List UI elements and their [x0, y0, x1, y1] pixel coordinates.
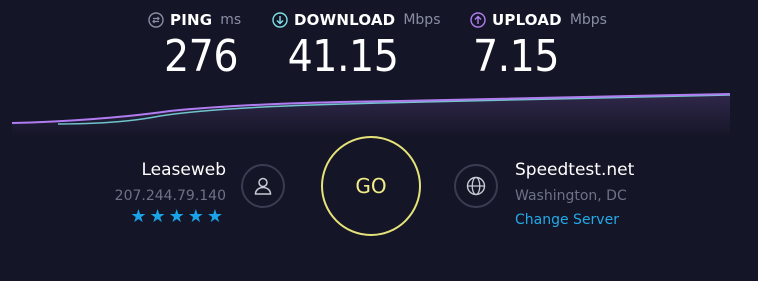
go-button[interactable]: GO	[321, 136, 421, 236]
globe-icon-button	[454, 164, 498, 208]
isp-name: Leaseweb	[141, 160, 226, 180]
ping-metric: PING ms 276	[148, 8, 256, 82]
upload-icon	[470, 12, 486, 28]
change-server-link[interactable]: Change Server	[515, 212, 634, 228]
go-button-label: GO	[355, 174, 387, 198]
speed-graph	[11, 93, 731, 138]
download-icon	[272, 12, 288, 28]
isp-ip: 207.244.79.140	[114, 188, 226, 204]
download-value: 41.15	[287, 31, 399, 82]
download-label: DOWNLOAD	[294, 11, 396, 29]
download-metric: DOWNLOAD Mbps 41.15	[272, 8, 441, 82]
globe-icon	[466, 176, 486, 196]
ping-value: 276	[163, 31, 239, 82]
isp-rating-stars[interactable]: ★★★★★	[115, 206, 226, 227]
ping-icon	[148, 12, 164, 28]
user-icon-button	[241, 164, 285, 208]
user-icon	[254, 177, 272, 195]
upload-metric: UPLOAD Mbps 7.15	[470, 8, 607, 82]
upload-label: UPLOAD	[492, 11, 562, 29]
download-unit: Mbps	[403, 12, 441, 28]
server-info: Speedtest.net Washington, DC Change Serv…	[515, 160, 634, 228]
upload-unit: Mbps	[569, 12, 607, 28]
upload-value: 7.15	[472, 31, 560, 82]
ping-unit: ms	[220, 12, 242, 28]
server-name: Speedtest.net	[515, 160, 635, 180]
server-location: Washington, DC	[515, 188, 627, 204]
isp-info: Leaseweb 207.244.79.140 ★★★★★	[115, 160, 226, 227]
ping-label: PING	[170, 11, 213, 29]
